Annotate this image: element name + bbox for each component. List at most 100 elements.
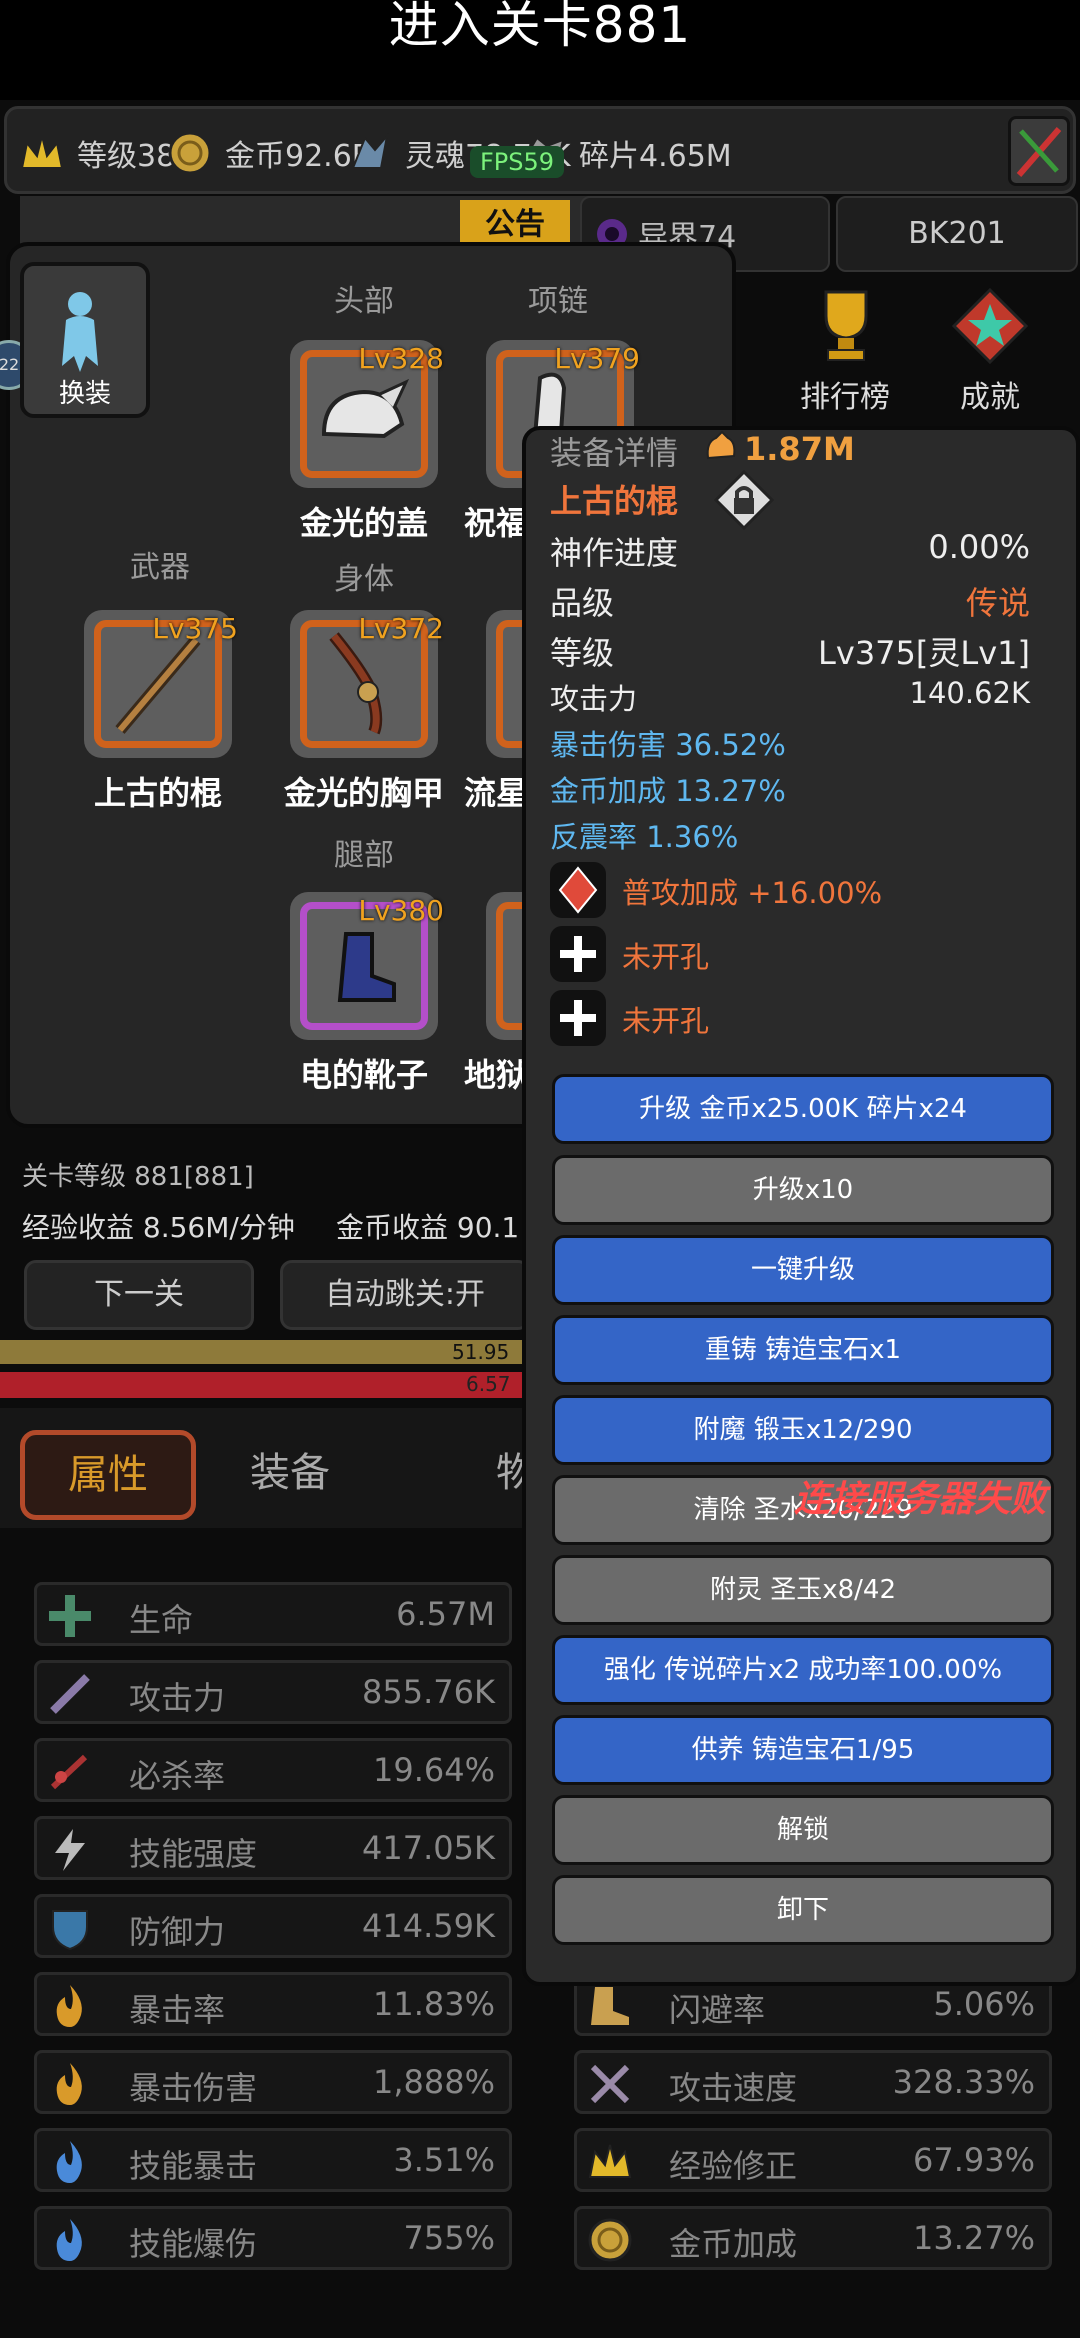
boot-icon xyxy=(591,1987,629,2025)
star-badge-icon xyxy=(951,287,1029,365)
detail-row-label: 等级 xyxy=(550,634,615,672)
slot-label-weapon: 武器 xyxy=(130,550,190,585)
attr-row: 技能爆伤 755% xyxy=(34,2206,512,2270)
attr-row: 暴击率 11.83% xyxy=(34,1972,512,2036)
detail-row-value: 0.00% xyxy=(928,528,1030,566)
change-outfit-label: 换装 xyxy=(58,379,111,409)
attr-name: 攻击速度 xyxy=(669,2069,798,2107)
slot-body[interactable]: Lv372 xyxy=(290,610,444,758)
unequip-button[interactable]: 卸下 xyxy=(552,1875,1054,1945)
change-outfit-button[interactable]: 换装 xyxy=(20,262,150,418)
one-click-upgrade-button[interactable]: 一键升级 xyxy=(552,1235,1054,1305)
shield-icon xyxy=(52,1910,88,1951)
staff-icon xyxy=(115,636,201,734)
upgrade-x10-button[interactable]: 升级x10 xyxy=(552,1155,1054,1225)
attr-value: 11.83% xyxy=(372,1985,495,2023)
boot-icon xyxy=(337,932,396,1002)
unlock-button[interactable]: 解锁 xyxy=(552,1795,1054,1865)
resource-shard-text: 碎片4.65M xyxy=(579,139,732,174)
enchant-button[interactable]: 附魔 锻玉x12/290 xyxy=(552,1395,1054,1465)
slot-label-head: 头部 xyxy=(334,284,394,319)
coin-icon xyxy=(168,131,212,175)
attr-value: 19.64% xyxy=(372,1751,495,1789)
cross-icon xyxy=(49,1595,91,1637)
attr-value: 755% xyxy=(403,2219,495,2257)
attr-row: 攻击力 855.76K xyxy=(34,1660,512,1724)
exp-gain: 经验收益 8.56M/分钟 xyxy=(22,1211,295,1244)
attr-row: 技能强度 417.05K xyxy=(34,1816,512,1880)
slot-label-legs: 腿部 xyxy=(334,838,394,873)
plus-icon xyxy=(550,926,606,982)
attr-value: 6.57M xyxy=(396,1595,495,1633)
slot-label-body: 身体 xyxy=(334,562,394,597)
attr-name: 防御力 xyxy=(129,1913,226,1951)
detail-row-value: 传说 xyxy=(965,584,1030,622)
attr-name: 技能强度 xyxy=(129,1835,258,1873)
attr-value: 3.51% xyxy=(393,2141,495,2179)
resource-gold: 金币92.6B xyxy=(165,123,372,183)
attr-row: 技能暴击 3.51% xyxy=(34,2128,512,2192)
attr-value: 13.27% xyxy=(912,2219,1035,2257)
character-icon xyxy=(62,292,98,372)
strengthen-button[interactable]: 强化 传说碎片x2 成功率100.00% xyxy=(552,1635,1054,1705)
page-title: 进入关卡881 xyxy=(388,0,692,54)
hp-bar xyxy=(0,1372,525,1398)
slot-body-level: Lv372 xyxy=(358,612,444,645)
detail-row-value: 140.62K xyxy=(909,676,1031,710)
slot-necklace-level: Lv379 xyxy=(554,342,640,375)
detail-row-value: Lv375[灵Lv1] xyxy=(818,634,1030,672)
reforge-button[interactable]: 重铸 铸造宝石x1 xyxy=(552,1315,1054,1385)
sword-icon xyxy=(1016,127,1062,177)
attr-name: 技能暴击 xyxy=(129,2147,258,2185)
crown-icon xyxy=(20,135,64,169)
gem-icon xyxy=(550,862,606,918)
detail-row: 神作进度 0.00% xyxy=(550,528,1030,574)
title-bar: 进入关卡881 xyxy=(0,0,1080,100)
bk201-button[interactable]: BK201 xyxy=(836,196,1078,272)
attr-name: 技能爆伤 xyxy=(129,2225,258,2263)
attr-row: 必杀率 19.64% xyxy=(34,1738,512,1802)
blue-flame-icon xyxy=(56,2141,82,2183)
slot-head[interactable]: Lv328 xyxy=(290,340,444,488)
socket-text: 未开孔 xyxy=(622,1004,710,1038)
spirit-button[interactable]: 附灵 圣玉x8/42 xyxy=(552,1555,1054,1625)
upgrade-button[interactable]: 升级 金币x25.00K 碎片x24 xyxy=(552,1074,1054,1144)
attr-row: 防御力 414.59K xyxy=(34,1894,512,1958)
detail-row-label: 神作进度 xyxy=(550,534,679,572)
tab-attributes[interactable]: 属性 xyxy=(20,1430,196,1520)
attr-name: 经验修正 xyxy=(669,2147,798,2185)
plus-icon xyxy=(550,990,606,1046)
ranking-button[interactable]: 排行榜 xyxy=(790,286,900,416)
gold-gain: 金币收益 90.1 xyxy=(336,1211,520,1244)
detail-row: 品级 传说 xyxy=(550,578,1030,624)
server-error-toast: 连接服务器失败 xyxy=(794,1479,1047,1520)
detail-header: 装备详情 1.87M xyxy=(550,428,1030,474)
slot-weapon-name: 上古的棍 xyxy=(93,774,222,812)
lock-icon[interactable] xyxy=(714,470,774,530)
nurture-button[interactable]: 供养 铸造宝石1/95 xyxy=(552,1715,1054,1785)
soul-icon xyxy=(351,132,389,169)
achievement-button[interactable]: 成就 xyxy=(930,286,1050,416)
detail-item-name-row: 上古的棍 xyxy=(550,470,1030,530)
attr-name: 闪避率 xyxy=(669,1991,766,2029)
slot-legs[interactable]: Lv380 xyxy=(290,892,444,1040)
flame-icon xyxy=(56,1985,82,2027)
auto-skip-toggle[interactable]: 自动跳关:开 xyxy=(280,1260,530,1330)
attr-row: 暴击伤害 1,888% xyxy=(34,2050,512,2114)
detail-item-name: 上古的棍 xyxy=(550,482,679,520)
detail-row: 等级 Lv375[灵Lv1] xyxy=(550,628,1030,674)
attr-row: 生命 6.57M xyxy=(34,1582,512,1646)
attr-value: 67.93% xyxy=(912,2141,1035,2179)
stage-level: 关卡等级 881[881] xyxy=(22,1162,254,1192)
crown-icon xyxy=(588,2144,632,2178)
slot-weapon[interactable]: Lv375 xyxy=(84,610,238,758)
next-stage-button[interactable]: 下一关 xyxy=(24,1260,254,1330)
exp-bar-text: 51.95 xyxy=(452,1340,510,1364)
attr-row: 经验修正 67.93% xyxy=(574,2128,1052,2192)
attr-value: 855.76K xyxy=(362,1673,495,1711)
crit-icon xyxy=(50,1754,88,1790)
settings-button[interactable] xyxy=(1008,116,1070,186)
detail-bonus: 反震率 1.36% xyxy=(550,820,739,854)
trophy-icon xyxy=(824,290,868,361)
tab-equipment[interactable]: 装备 xyxy=(250,1440,330,1498)
